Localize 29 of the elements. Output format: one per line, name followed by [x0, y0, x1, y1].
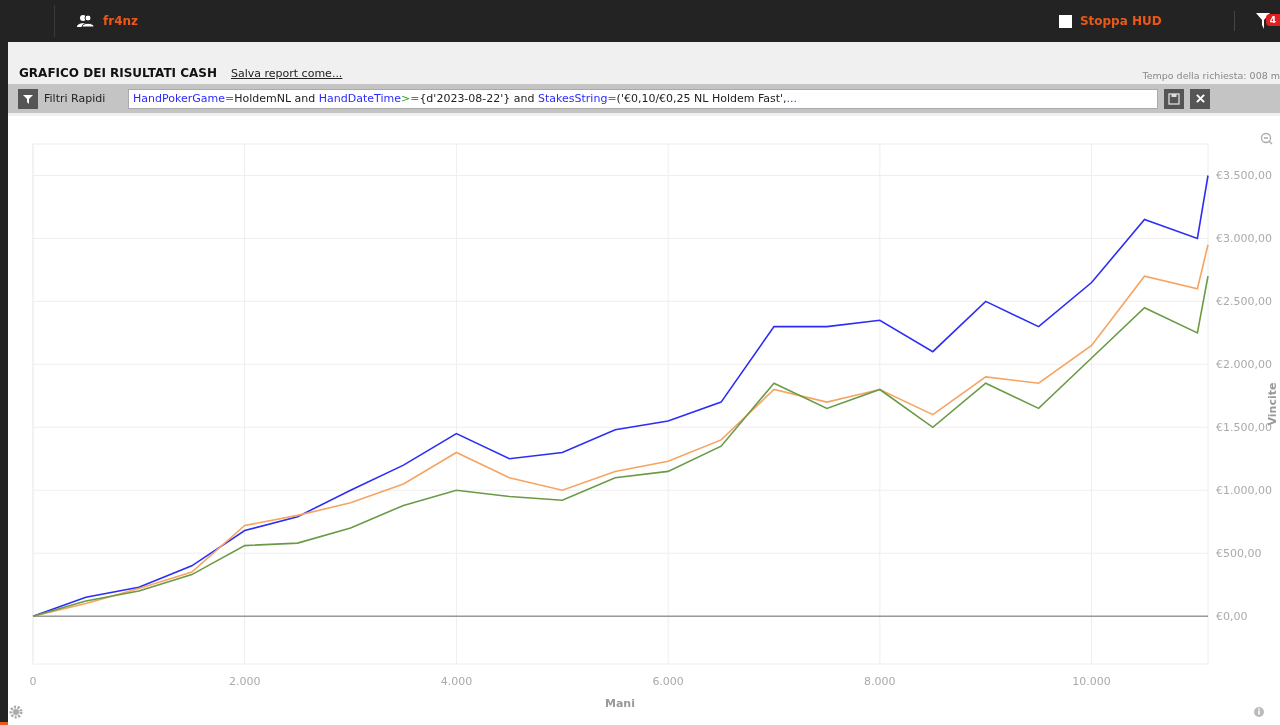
x-axis-title: Mani: [605, 697, 635, 710]
y-axis-label: €0,00: [1216, 610, 1248, 624]
y-axis-label: €2.500,00: [1216, 295, 1272, 309]
username[interactable]: fr4nz: [103, 14, 138, 28]
query-time: Tempo della richiesta: 008 m: [1142, 70, 1280, 81]
filter-count-badge: 4: [1265, 14, 1280, 26]
y-axis-label: €3.000,00: [1216, 232, 1272, 246]
y-axis-label: €3.500,00: [1216, 169, 1272, 183]
users-icon: [77, 14, 95, 28]
hud-label[interactable]: Stoppa HUD: [1079, 14, 1162, 28]
x-axis-label: 4.000: [440, 675, 473, 688]
save-report-link[interactable]: Salva report come...: [231, 67, 343, 80]
y-axis-label: €2.000,00: [1216, 358, 1272, 372]
y-axis-label: €1.000,00: [1216, 484, 1272, 498]
save-icon[interactable]: [1164, 88, 1184, 109]
close-icon[interactable]: [1190, 88, 1210, 109]
x-axis-label: 10.000: [1072, 675, 1111, 688]
filter-query-field[interactable]: HandPokerGame=HoldemNL and HandDateTime>={d'2023-08-22'} and StakesString=('€0,10/€0,25 NL Holdem Fast',...: [128, 88, 1158, 109]
filter-icon[interactable]: [1255, 13, 1270, 29]
filter-button[interactable]: [18, 88, 38, 109]
hud-checkbox[interactable]: [1058, 14, 1072, 28]
y-axis-label: €500,00: [1216, 547, 1262, 561]
x-axis-label: 2.000: [228, 675, 261, 688]
x-axis-label: 0: [29, 675, 37, 688]
x-axis-label: 8.000: [864, 675, 896, 688]
report-title: GRAFICO DEI RISULTATI CASH: [19, 66, 217, 80]
quick-filters-label: Filtri Rapidi: [44, 92, 107, 105]
filter-icon: [23, 93, 33, 104]
x-axis-label: 6.000: [652, 675, 684, 688]
